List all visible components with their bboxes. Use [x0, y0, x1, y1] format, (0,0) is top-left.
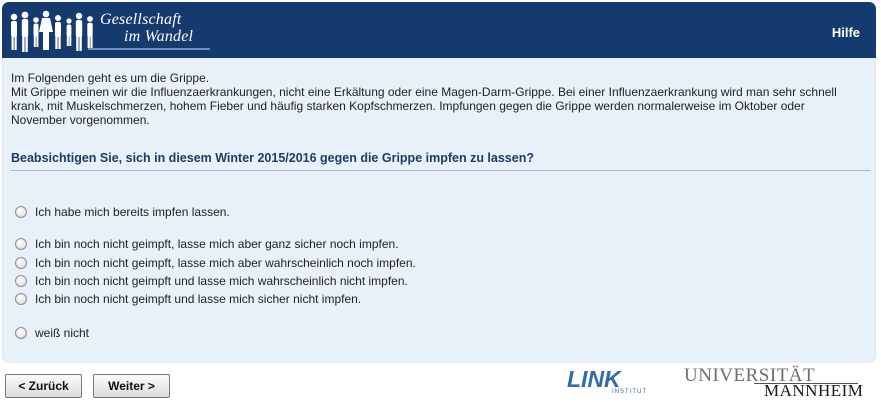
university-mannheim-logo: UNIVERSITÄT MANNHEIM — [684, 366, 864, 402]
radio-button[interactable] — [15, 257, 27, 269]
link-logo-word: LINK — [567, 366, 621, 392]
answer-option-4[interactable]: Ich bin noch nicht geimpft und lasse mic… — [15, 274, 408, 288]
brand-logo-text: Gesellschaft im Wandel — [100, 11, 193, 45]
brand-line-1: Gesellschaft — [100, 11, 182, 28]
answer-option-1[interactable]: Ich habe mich bereits impfen lassen. — [15, 205, 230, 219]
intro-text: Im Folgenden geht es um die Grippe. Mit … — [11, 71, 861, 127]
brand-line-2: im Wandel — [124, 28, 194, 45]
answer-label[interactable]: Ich bin noch nicht geimpft und lasse mic… — [35, 292, 361, 306]
answer-label[interactable]: Ich habe mich bereits impfen lassen. — [35, 205, 230, 219]
brand-underline — [88, 48, 210, 50]
question-panel: Im Folgenden geht es um die Grippe. Mit … — [2, 58, 876, 363]
question-divider — [11, 170, 871, 171]
intro-line-2: Mit Grippe meinen wir die Influenzaerkra… — [11, 85, 837, 127]
answer-label[interactable]: Ich bin noch nicht geimpft und lasse mic… — [35, 274, 408, 288]
survey-header: Gesellschaft im Wandel Hilfe — [2, 2, 876, 58]
intro-line-1: Im Folgenden geht es um die Grippe. — [11, 71, 210, 85]
answer-option-2[interactable]: Ich bin noch nicht geimpft, lasse mich a… — [15, 237, 399, 251]
radio-button[interactable] — [15, 293, 27, 305]
radio-button[interactable] — [15, 206, 27, 218]
question-title: Beabsichtigen Sie, sich in diesem Winter… — [11, 151, 534, 165]
radio-button[interactable] — [15, 238, 27, 250]
link-institut-logo: LINK INSTITUT — [567, 367, 651, 399]
people-silhouette-icon — [10, 10, 93, 52]
radio-button[interactable] — [15, 275, 27, 287]
back-button[interactable]: < Zurück — [5, 374, 82, 398]
radio-button[interactable] — [15, 327, 27, 339]
help-link[interactable]: Hilfe — [832, 25, 860, 40]
answer-option-3[interactable]: Ich bin noch nicht geimpft, lasse mich a… — [15, 256, 416, 270]
next-button[interactable]: Weiter > — [93, 374, 170, 398]
answer-label[interactable]: weiß nicht — [35, 326, 89, 340]
answer-option-6[interactable]: weiß nicht — [15, 326, 89, 340]
link-logo-subtitle: INSTITUT — [612, 389, 647, 395]
answer-option-5[interactable]: Ich bin noch nicht geimpft und lasse mic… — [15, 292, 361, 306]
answer-label[interactable]: Ich bin noch nicht geimpft, lasse mich a… — [35, 256, 416, 270]
answer-label[interactable]: Ich bin noch nicht geimpft, lasse mich a… — [35, 237, 399, 251]
uni-logo-bottom: MANNHEIM — [764, 381, 864, 400]
